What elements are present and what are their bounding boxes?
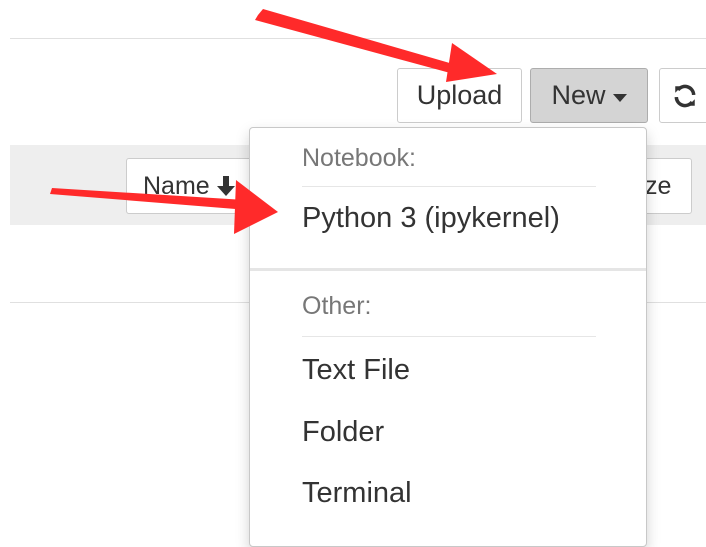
annotation-arrows [50,9,497,234]
arrow-to-new-button [255,9,497,82]
arrow-to-python-kernel [50,180,278,234]
